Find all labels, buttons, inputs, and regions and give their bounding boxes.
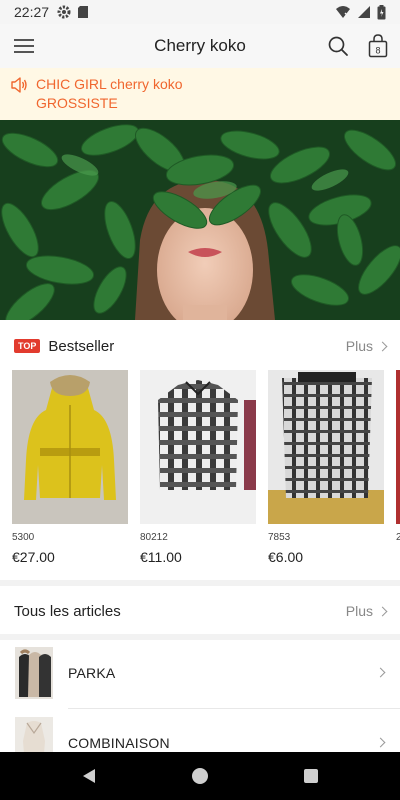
home-icon[interactable] (192, 768, 208, 784)
notice-line-2: GROSSISTE (36, 95, 118, 111)
menu-icon-bar (14, 45, 34, 47)
product-card[interactable]: 80212 €11.00 (140, 370, 256, 565)
all-articles-header[interactable]: Tous les articles Plus (0, 586, 400, 636)
all-articles-more-link[interactable]: Plus (345, 603, 388, 619)
bestseller-carousel[interactable]: 5300 €27.00 80212 €11.00 7853 €6.00 2 (12, 370, 400, 580)
product-image-plaid-shirt (140, 370, 256, 524)
more-label: Plus (345, 338, 373, 354)
bestseller-more-link[interactable]: Plus (345, 338, 388, 354)
product-code: 2 (396, 532, 400, 543)
product-image-partial (396, 370, 400, 524)
speaker-icon (11, 77, 27, 93)
signal-icon (358, 6, 370, 18)
section-title-all-articles: Tous les articles (14, 602, 121, 620)
category-thumbnail (15, 647, 53, 699)
status-bar: 22:27 (0, 0, 400, 24)
chevron-right-icon (375, 667, 386, 678)
status-time: 22:27 (14, 4, 50, 20)
back-icon[interactable] (81, 768, 97, 784)
bestseller-header: TOP Bestseller Plus (0, 321, 400, 371)
sd-card-icon (78, 6, 89, 18)
category-name: COMBINAISON (68, 735, 170, 751)
app-header: Cherry koko 8 (0, 24, 400, 68)
chevron-right-icon (377, 606, 388, 616)
notice-text: CHIC GIRL cherry koko GROSSISTE (36, 75, 183, 113)
recents-icon[interactable] (304, 769, 318, 783)
product-price: €6.00 (268, 549, 304, 565)
cart-icon[interactable]: 8 (367, 34, 389, 58)
product-code: 7853 (268, 532, 291, 543)
battery-icon (377, 4, 386, 19)
hero-banner-image[interactable] (0, 120, 400, 320)
menu-icon-bar (14, 51, 34, 53)
product-code: 5300 (12, 532, 35, 543)
menu-icon-bar (14, 39, 34, 41)
category-name: PARKA (68, 665, 116, 681)
row-divider (68, 708, 400, 709)
wifi-icon (336, 6, 350, 18)
chevron-right-icon (375, 737, 386, 748)
product-code: 80212 (140, 532, 168, 543)
product-card[interactable]: 7853 €6.00 (268, 370, 384, 565)
chevron-right-icon (377, 341, 388, 351)
gear-icon (57, 5, 71, 19)
product-price: €11.00 (140, 549, 182, 565)
product-image-yellow-jacket (12, 370, 128, 524)
category-row-parka[interactable]: PARKA (0, 640, 400, 706)
top-badge: TOP (14, 339, 41, 353)
menu-button[interactable] (12, 35, 36, 57)
cart-count: 8 (375, 46, 380, 56)
system-navigation-bar (0, 752, 400, 800)
notice-banner[interactable]: CHIC GIRL cherry koko GROSSISTE (0, 68, 400, 120)
product-card[interactable]: 5300 €27.00 (12, 370, 128, 565)
section-title-bestseller: Bestseller (48, 337, 115, 355)
product-card[interactable]: 2 (396, 370, 400, 549)
product-image-plaid-skirt (268, 370, 384, 524)
notice-line-1: CHIC GIRL cherry koko (36, 76, 183, 92)
search-icon[interactable] (327, 35, 349, 57)
hero-banner-illustration (0, 120, 400, 320)
more-label: Plus (345, 603, 373, 619)
product-price: €27.00 (12, 549, 55, 565)
